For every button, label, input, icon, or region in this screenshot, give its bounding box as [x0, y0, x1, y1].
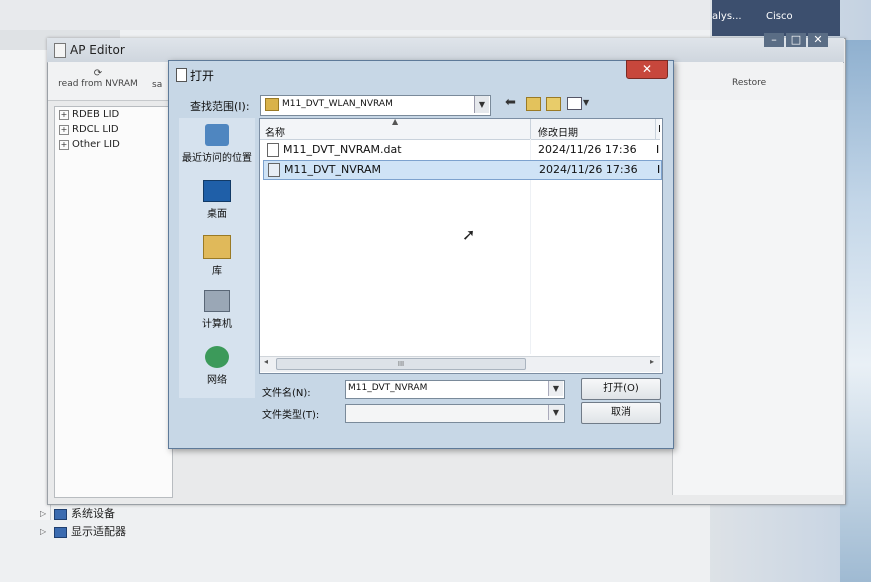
- file-list-header: [260, 119, 660, 140]
- recent-places-icon: [205, 124, 229, 146]
- place-label: 桌面: [207, 209, 227, 220]
- up-folder-icon[interactable]: [526, 97, 541, 111]
- file-type-label: 文件类型(T):: [262, 410, 320, 421]
- place-libraries[interactable]: 库: [179, 235, 255, 277]
- tree-item-label: RDCL LID: [72, 124, 119, 135]
- sort-arrow-icon: ▲: [392, 117, 399, 126]
- desktop-icon-label[interactable]: alys...: [712, 11, 742, 22]
- document-icon: [267, 143, 279, 157]
- look-in-label: 查找范围(I):: [190, 100, 250, 113]
- cancel-button[interactable]: 取消: [581, 402, 661, 424]
- network-icon: [205, 346, 229, 368]
- tree-item-display-adapters[interactable]: ▷ 显示适配器: [40, 523, 260, 541]
- column-header-name[interactable]: 名称: [265, 124, 285, 139]
- chevron-down-icon[interactable]: ▼: [548, 405, 563, 420]
- desktop-icon-label[interactable]: Cisco: [766, 11, 793, 22]
- place-network[interactable]: 网络: [179, 346, 255, 386]
- close-button[interactable]: ✕: [808, 33, 828, 47]
- dialog-icon: [176, 68, 187, 82]
- view-menu-icon[interactable]: [567, 97, 582, 110]
- open-button[interactable]: 打开(O): [581, 378, 661, 400]
- file-name: M11_DVT_NVRAM.dat: [283, 143, 402, 156]
- file-row-selected[interactable]: M11_DVT_NVRAM 2024/11/26 17:36 I: [263, 160, 662, 180]
- column-divider[interactable]: [655, 119, 656, 139]
- tree-item-label: Other LID: [72, 139, 120, 150]
- lid-tree: + RDEB LID + RDCL LID + Other LID: [54, 106, 173, 498]
- dialog-title: 打开: [190, 69, 215, 83]
- device-tree: ▷ 系统设备 ▷ 显示适配器: [40, 505, 260, 541]
- file-type-select[interactable]: [345, 404, 565, 423]
- look-in-value: M11_DVT_WLAN_NVRAM: [282, 99, 393, 109]
- folder-icon: [265, 98, 279, 111]
- chevron-down-icon[interactable]: ▼: [474, 96, 489, 113]
- expand-plus-icon[interactable]: +: [59, 125, 69, 135]
- refresh-icon: ⟳: [93, 68, 103, 79]
- file-extra: I: [657, 163, 661, 176]
- file-row[interactable]: M11_DVT_NVRAM.dat 2024/11/26 17:36 I: [263, 141, 660, 159]
- file-date: 2024/11/26 17:36: [539, 163, 638, 176]
- place-label: 库: [212, 266, 222, 277]
- toolbar-button-partial[interactable]: sa: [152, 80, 162, 90]
- file-extra: I: [656, 143, 660, 156]
- tree-item-other-lid[interactable]: + Other LID: [55, 137, 172, 152]
- place-label: 最近访问的位置: [182, 153, 252, 164]
- chevron-down-icon[interactable]: ▼: [548, 381, 563, 396]
- tree-item-system-devices[interactable]: ▷ 系统设备: [40, 505, 260, 523]
- minimize-button[interactable]: –: [764, 33, 784, 47]
- column-header-extra[interactable]: I: [658, 124, 661, 135]
- computer-icon: [204, 290, 230, 312]
- file-name: M11_DVT_NVRAM: [284, 163, 381, 176]
- expand-plus-icon[interactable]: +: [59, 110, 69, 120]
- tree-item-label: RDEB LID: [72, 109, 120, 120]
- expand-plus-icon[interactable]: +: [59, 140, 69, 150]
- column-header-date[interactable]: 修改日期: [538, 124, 578, 139]
- place-recent[interactable]: 最近访问的位置: [179, 124, 255, 164]
- desktop-icon: [203, 180, 231, 202]
- background-window-titlebar: [0, 0, 710, 31]
- mouse-cursor-icon: ➚: [462, 225, 476, 244]
- file-name-label: 文件名(N):: [262, 388, 311, 399]
- scrollbar-thumb[interactable]: III: [276, 358, 526, 370]
- system-device-icon: [54, 508, 67, 520]
- places-bar: 最近访问的位置 桌面 库 计算机 网络: [179, 118, 255, 398]
- tree-item-rdcl-lid[interactable]: + RDCL LID: [55, 122, 172, 137]
- place-computer[interactable]: 计算机: [179, 290, 255, 330]
- file-name-value: M11_DVT_NVRAM: [348, 383, 428, 393]
- tree-item-rdeb-lid[interactable]: + RDEB LID: [55, 107, 172, 122]
- expand-arrow-icon[interactable]: ▷: [40, 505, 50, 523]
- place-label: 计算机: [202, 319, 232, 330]
- place-label: 网络: [207, 375, 227, 386]
- scroll-right-icon[interactable]: ▸: [650, 357, 654, 366]
- chevron-down-icon[interactable]: ▼: [583, 98, 589, 107]
- file-date: 2024/11/26 17:36: [538, 143, 637, 156]
- file-icon: [268, 163, 280, 177]
- desktop-icon-strip: alys... Cisco: [712, 0, 840, 36]
- maximize-button[interactable]: □: [786, 33, 806, 47]
- scroll-left-icon[interactable]: ◂: [264, 357, 268, 366]
- column-divider[interactable]: [530, 119, 531, 139]
- ap-editor-detail-pane: [672, 100, 843, 495]
- tree-item-label: 显示适配器: [71, 525, 126, 538]
- dialog-close-button[interactable]: ✕: [626, 60, 668, 79]
- new-folder-icon[interactable]: [546, 97, 561, 111]
- app-icon: [54, 43, 66, 58]
- tree-item-label: 系统设备: [71, 507, 115, 520]
- display-adapter-icon: [54, 526, 67, 538]
- device-manager-tree-gutter: [0, 50, 51, 520]
- restore-button[interactable]: Restore: [732, 78, 766, 88]
- libraries-icon: [203, 235, 231, 259]
- place-desktop[interactable]: 桌面: [179, 180, 255, 220]
- toolbar-button-label: read from NVRAM: [58, 79, 138, 89]
- back-arrow-icon[interactable]: ⬅: [505, 95, 516, 110]
- read-from-nvram-button[interactable]: ⟳ read from NVRAM: [58, 68, 138, 89]
- window-title: AP Editor: [70, 43, 125, 57]
- expand-arrow-icon[interactable]: ▷: [40, 523, 50, 541]
